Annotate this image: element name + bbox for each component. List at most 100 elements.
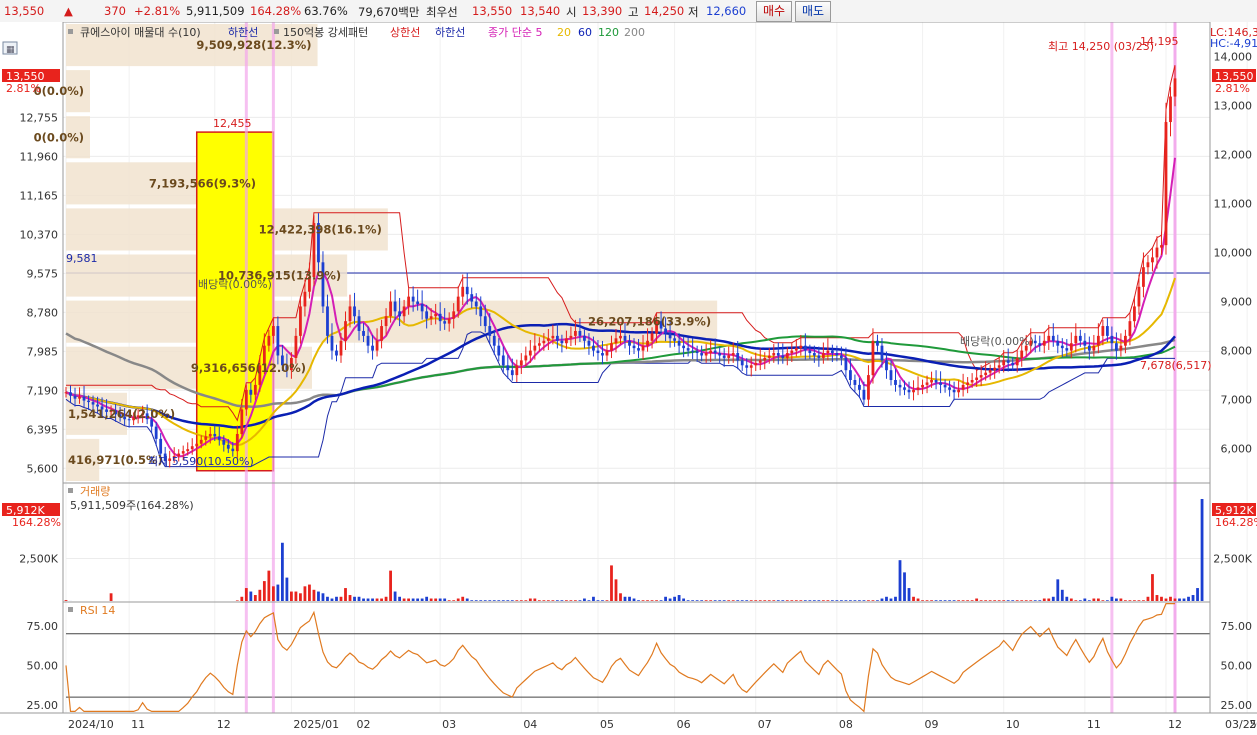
volume-bar [921,600,924,601]
volume-bar [646,600,649,601]
candle-body [592,345,595,351]
current-price: 13,550 [4,4,45,18]
volume-bar [456,598,460,601]
legend-ma200[interactable]: 200 [624,26,645,39]
volume-bar [528,598,532,601]
legend-ma120[interactable]: 120 [598,26,619,39]
volume-bar [907,588,911,601]
volume-bar [808,600,812,601]
volume-bar [574,600,577,601]
candle-body [1051,335,1055,341]
candle-body [483,316,487,327]
candle-body [889,370,893,381]
best-bid: 13,540 [520,4,561,18]
volume-bar [745,600,749,601]
volume-bar [727,600,731,601]
time-tick: 09 [925,718,939,731]
volume-bar [353,596,356,601]
candle-body [749,365,753,368]
volume-bar [1105,600,1109,601]
candle-body [808,350,812,354]
candle-body [533,345,537,351]
volume-bar [713,600,717,601]
candle-body [997,365,1001,368]
time-tick: 12 [217,718,231,731]
volume-bar [434,598,438,601]
volume-bar [943,600,947,601]
low-price: 12,660 [706,4,747,18]
legend-pattern[interactable]: 150억봉 강세패턴 [283,26,368,39]
volume-bar [1092,598,1096,601]
legend-upper-band[interactable]: 상한선 [390,26,420,39]
volume-bar [871,600,875,601]
volume-bar [772,600,776,601]
candle-body [637,348,640,351]
candle-body [596,350,600,354]
candle-body [506,365,510,371]
volume-bar [736,600,740,601]
time-tick: 06 [677,718,691,731]
price-tick-left: 11,960 [20,150,59,163]
candle-body [1142,267,1145,287]
candle-body [64,392,68,394]
volume-bar [1128,600,1132,601]
volume-bar [781,600,785,601]
candle-body [515,365,519,376]
candle-body [474,301,478,307]
volume-bar [560,600,564,601]
high-label: 고 [628,5,639,19]
candle-body [69,392,72,396]
candle-body [1101,326,1105,336]
candle-body [704,353,708,356]
volume-bar [650,600,654,601]
volume-bar [524,600,528,601]
volume-bar [285,577,289,601]
volume-bar [975,598,979,601]
volume-bar [718,600,722,601]
candle-body [979,375,983,378]
volume-bar [398,596,401,601]
candle-body [885,360,888,371]
volume-bar [1182,598,1186,601]
stock-chart[interactable]: 5,600 6,395 7,190 7,985 8,780 9,575 10,370 11,1… [0,22,1257,735]
volume-bar [1110,596,1114,601]
volume-bar [375,598,379,601]
candle-body [785,353,789,358]
volume-bar [934,600,938,601]
candle-body [1056,340,1060,346]
volume-bar [1133,600,1136,601]
legend-ma60[interactable]: 60 [578,26,592,39]
volume-bar [533,598,537,601]
sell-button[interactable]: 매도 [795,1,831,22]
buy-button[interactable]: 매수 [756,1,792,22]
candle-body [1065,348,1069,351]
volume-bar [578,600,582,601]
candle-body [393,301,397,312]
price-tick-right: 7,000 [1221,394,1253,407]
candle-body [1119,345,1123,351]
volume-profile-label: 0(0.0%) [34,130,84,144]
legend-lower-band[interactable]: 하한선 [228,25,258,39]
candle-body [641,345,645,351]
candle-body [668,333,672,339]
legend-ma5[interactable]: 종가 단순 5 [488,26,542,39]
candle-body [907,389,911,393]
legend-lower-band-2[interactable]: 하한선 [435,25,465,39]
volume-bar [835,600,839,601]
candle-body [1033,340,1037,344]
candle-body [1006,360,1010,363]
volume-bar [655,600,658,601]
volume-bar [506,600,510,601]
volume-bar [317,591,320,601]
candle-body [438,313,442,322]
volume-bar [610,565,613,601]
candle-body [898,384,902,388]
legend-title[interactable]: 큐에스아이 매물대 수(10) [80,26,201,39]
candle-body [1155,247,1159,258]
volume-ratio: 164.28% [250,4,302,18]
candle-body [993,367,997,371]
candle-body [601,353,604,356]
candle-body [181,451,185,454]
volume-bar [362,598,365,601]
legend-ma20[interactable]: 20 [557,26,571,39]
